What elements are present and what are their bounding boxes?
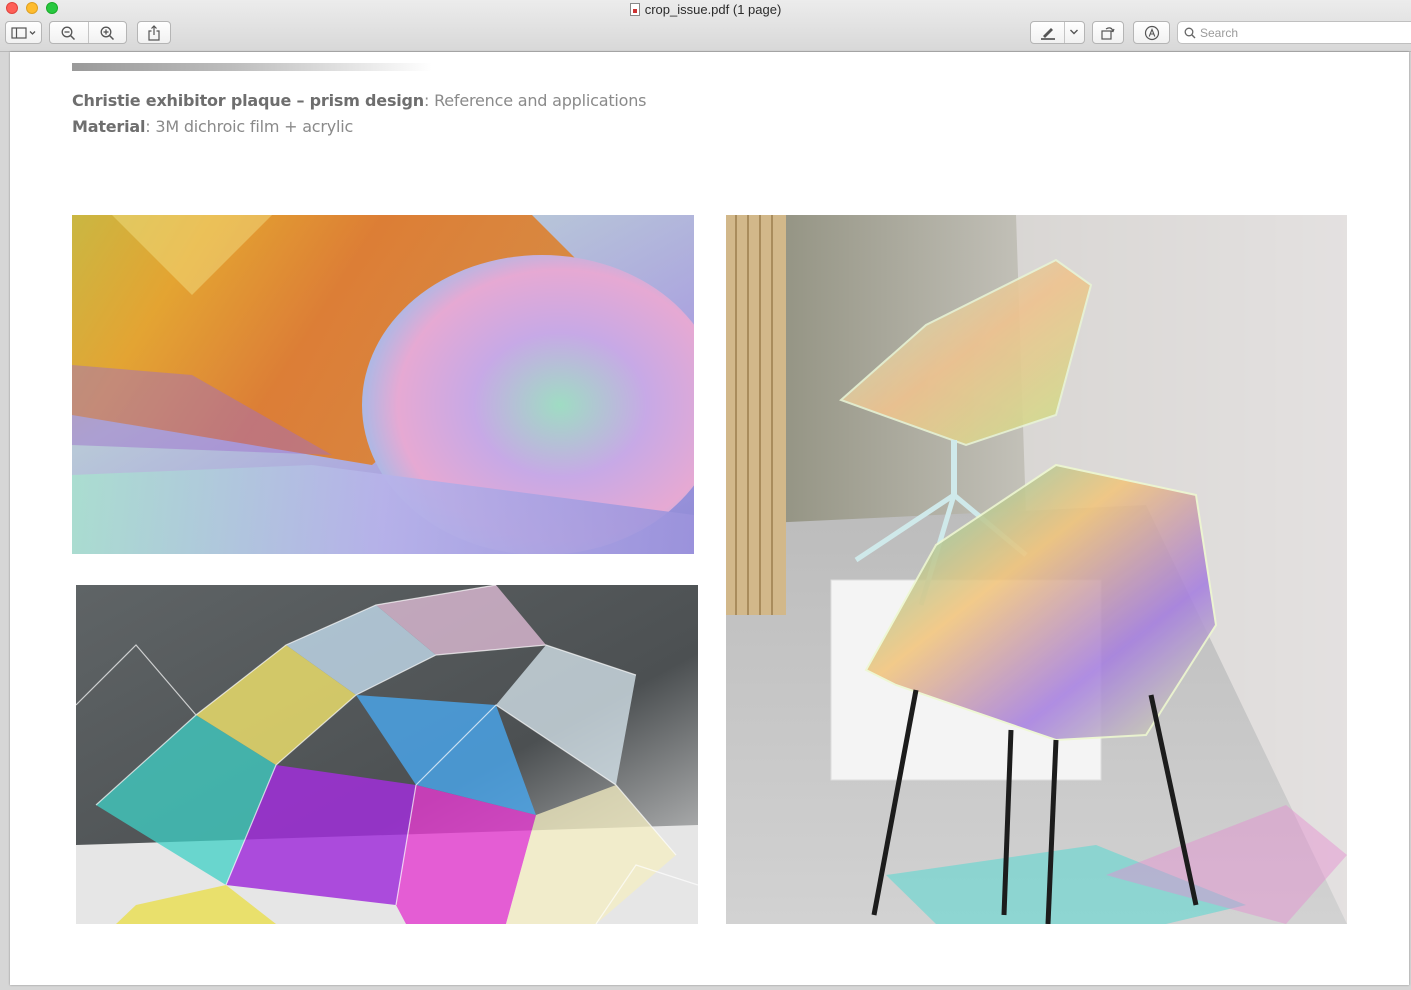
search-icon xyxy=(1184,27,1196,39)
sidebar-toggle-button[interactable] xyxy=(5,21,42,44)
rotate-button[interactable] xyxy=(1092,21,1124,44)
zoom-in-icon[interactable] xyxy=(100,26,116,40)
zoom-out-icon[interactable] xyxy=(61,26,77,40)
pdf-page: Christie exhibitor plaque – prism design… xyxy=(10,52,1409,985)
share-icon xyxy=(147,24,161,41)
search-field[interactable] xyxy=(1177,21,1411,44)
search-input[interactable] xyxy=(1196,25,1400,40)
share-button[interactable] xyxy=(137,21,171,44)
pen-icon[interactable] xyxy=(1040,26,1056,40)
window-toolbar: crop_issue.pdf (1 page) xyxy=(0,0,1411,52)
markup-circle-icon xyxy=(1144,25,1160,41)
window-title-text: crop_issue.pdf (1 page) xyxy=(644,1,782,17)
window-title: crop_issue.pdf (1 page) xyxy=(0,0,1411,18)
header-gradient-rule xyxy=(72,63,432,71)
zoom-control xyxy=(49,21,127,44)
pdf-document-icon xyxy=(629,2,640,16)
chevron-down-icon[interactable] xyxy=(1069,28,1079,36)
dichroic-film-roll-photo xyxy=(72,215,694,554)
caption-material-label: Material xyxy=(72,117,146,136)
caption-line-2: Material: 3M dichroic film + acrylic xyxy=(72,117,353,136)
dichroic-sculpture-photo xyxy=(76,585,698,924)
caption-title: Christie exhibitor plaque – prism design xyxy=(72,91,424,110)
dichroic-acrylic-chairs-photo xyxy=(726,215,1347,924)
caption-line-1: Christie exhibitor plaque – prism design… xyxy=(72,91,647,110)
caption-material-value: : 3M dichroic film + acrylic xyxy=(145,117,354,136)
sidebar-toggle-icon xyxy=(10,26,37,39)
markup-control xyxy=(1030,21,1085,44)
rotate-icon xyxy=(1100,25,1116,41)
markup-toolbar-button[interactable] xyxy=(1133,21,1170,44)
caption-title-rest: : Reference and applications xyxy=(424,91,647,110)
document-viewer[interactable]: Christie exhibitor plaque – prism design… xyxy=(0,52,1411,990)
